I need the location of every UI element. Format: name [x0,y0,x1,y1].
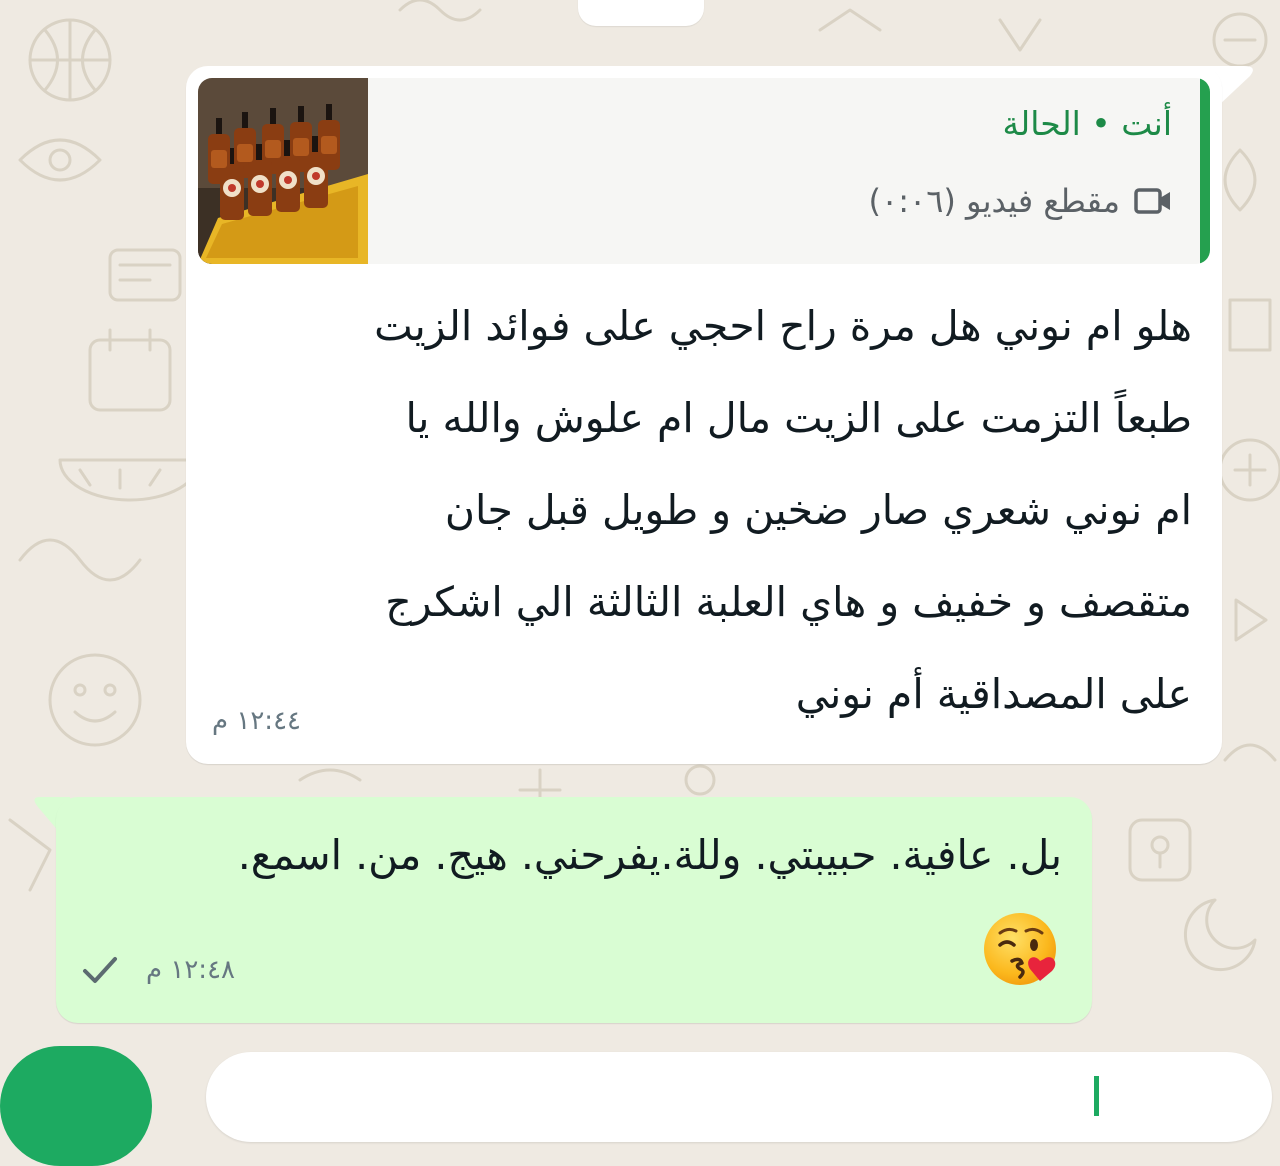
message-timestamp: ١٢:٤٤ م [212,706,301,736]
face-blowing-kiss-emoji [984,913,1056,985]
quote-media-label: مقطع فيديو (٠:٠٦) [869,182,1172,220]
incoming-message-bubble[interactable]: أنت • الحالة مقطع فيديو (٠:٠٦) هلو ام نو… [186,66,1222,764]
message-input[interactable] [206,1052,1272,1142]
outgoing-message-text: بل. عافية. حبيبتي. وللة.يفرحني. هيج. من.… [237,831,1062,879]
outgoing-message-bubble[interactable]: بل. عافية. حبيبتي. وللة.يفرحني. هيج. من.… [56,797,1092,1023]
date-pill [578,0,704,26]
message-line: طبعاً التزمت على الزيت مال ام علوش والله… [405,394,1192,442]
status-video-thumbnail[interactable] [198,78,368,264]
message-meta: ١٢:٤٨ م [82,955,235,985]
single-check-icon [83,957,117,983]
media-duration-text: مقطع فيديو (٠:٠٦) [868,182,1120,220]
message-text: هلو ام نوني هل مرة راح احجي على فوائد ال… [232,280,1192,740]
message-timestamp: ١٢:٤٨ م [146,955,235,985]
quote-accent-bar [1200,78,1210,264]
message-line: هلو ام نوني هل مرة راح احجي على فوائد ال… [374,302,1192,350]
quoted-status-reply[interactable]: أنت • الحالة مقطع فيديو (٠:٠٦) [198,78,1210,264]
video-camera-icon [1134,188,1170,214]
text-cursor [1094,1076,1099,1116]
quote-author: أنت • الحالة [1002,104,1172,143]
voice-message-button[interactable] [0,1046,152,1166]
message-line: على المصداقية أم نوني [795,670,1192,718]
message-line: متقصف و خفيف و هاي العلبة الثالثة الي اش… [385,578,1192,626]
message-line: ام نوني شعري صار ضخين و طويل قبل جان [444,486,1192,534]
